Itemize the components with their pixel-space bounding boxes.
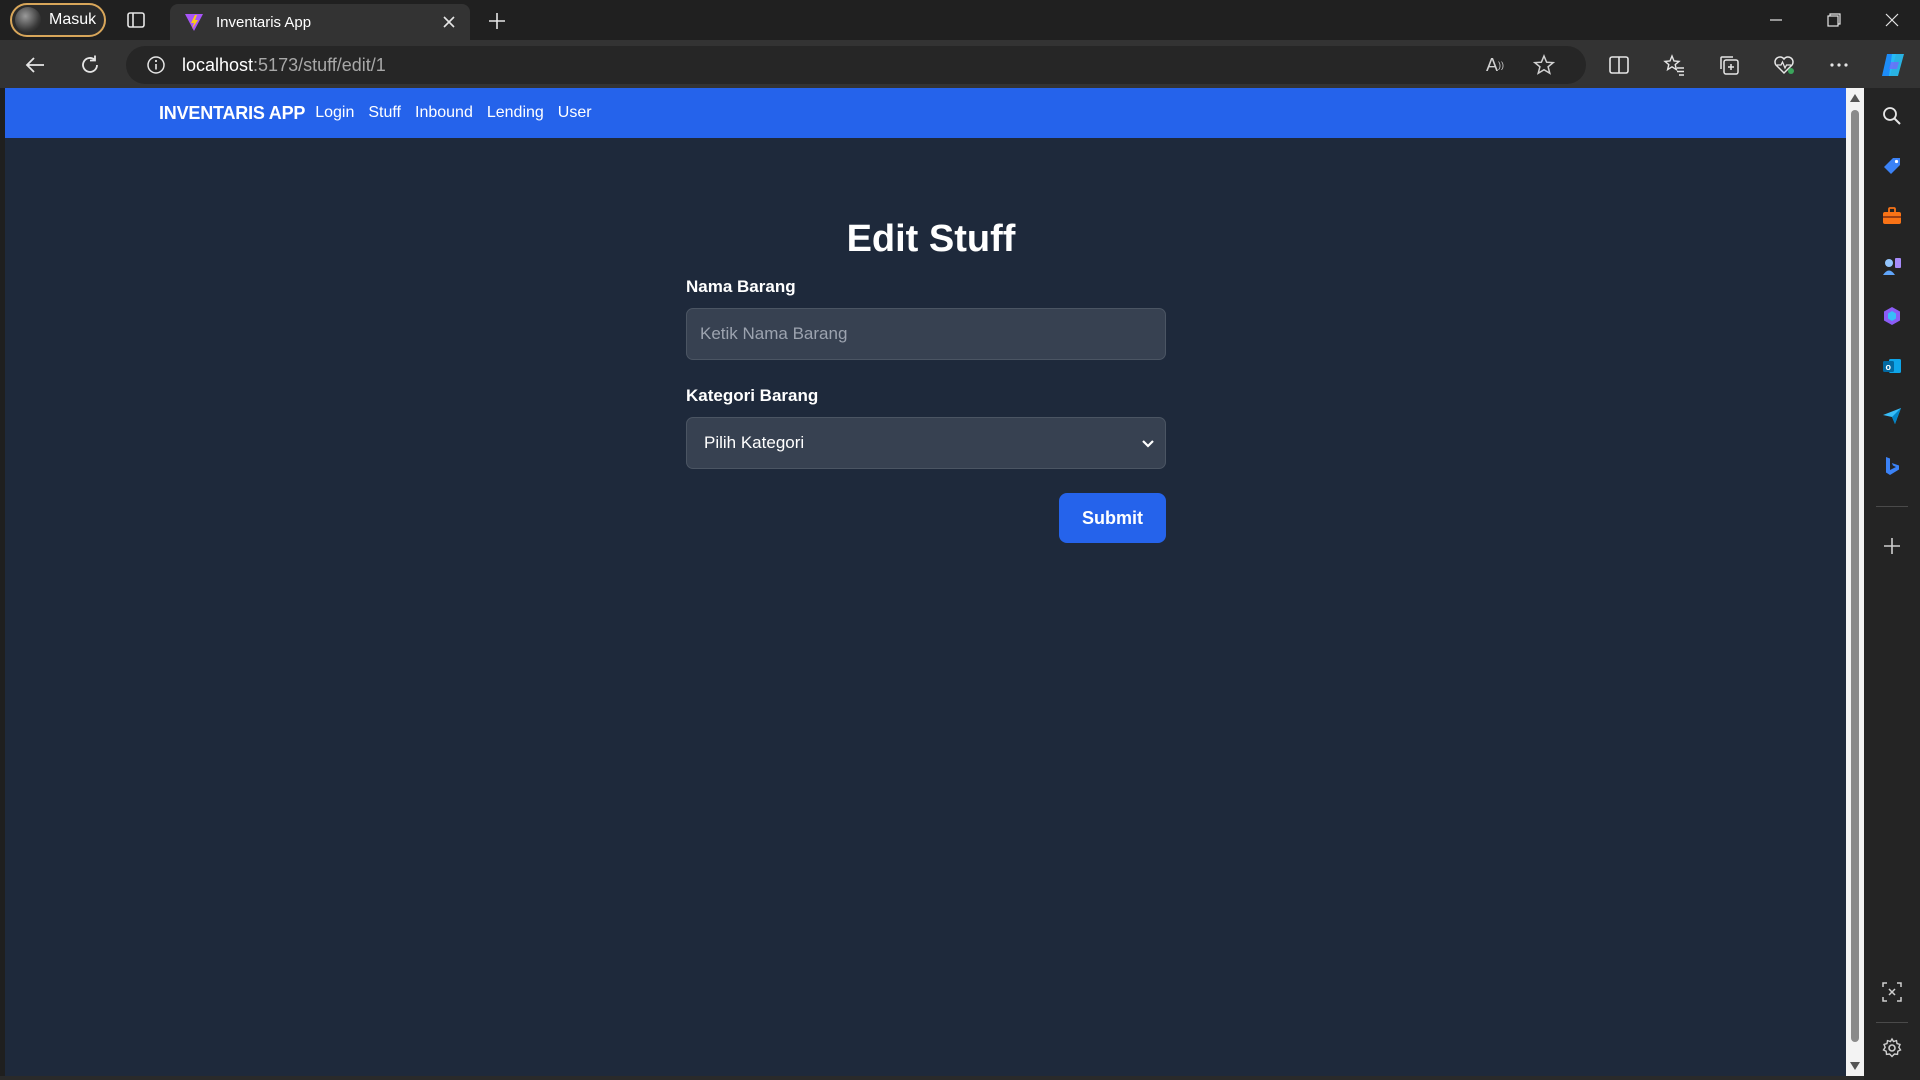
- sidebar-divider-bottom: [1876, 1022, 1908, 1023]
- send-icon[interactable]: [1878, 402, 1906, 430]
- browser-toolbar: localhost:5173/stuff/edit/1 A)): [0, 40, 1920, 88]
- avatar: [15, 7, 41, 33]
- submit-row: Submit: [686, 493, 1166, 543]
- category-selected-value: Pilih Kategori: [704, 433, 805, 452]
- edit-stuff-form: Edit Stuff Nama Barang Kategori Barang P…: [686, 218, 1166, 543]
- site-info-icon[interactable]: [146, 55, 166, 75]
- page-scrollbar[interactable]: [1846, 88, 1864, 1076]
- tools-briefcase-icon[interactable]: [1878, 202, 1906, 230]
- copilot-sidebar-icon[interactable]: [1878, 302, 1906, 330]
- svg-text:o: o: [1886, 362, 1892, 372]
- back-icon[interactable]: [20, 50, 50, 80]
- profile-button[interactable]: Masuk: [10, 3, 106, 37]
- name-input[interactable]: [686, 308, 1166, 360]
- read-aloud-icon[interactable]: A)): [1480, 50, 1510, 80]
- nav-link-inbound[interactable]: Inbound: [415, 104, 473, 122]
- nav-link-login[interactable]: Login: [315, 104, 354, 122]
- favorite-star-icon[interactable]: [1529, 50, 1559, 80]
- scroll-up-icon[interactable]: [1846, 90, 1864, 106]
- category-field-label: Kategori Barang: [686, 386, 819, 405]
- submit-button[interactable]: Submit: [1059, 493, 1166, 543]
- window-bottom-edge: [0, 1076, 1864, 1080]
- category-field-group: Kategori Barang Pilih Kategori: [686, 386, 1166, 469]
- category-select[interactable]: Pilih Kategori: [686, 417, 1166, 469]
- shopping-tag-icon[interactable]: [1878, 152, 1906, 180]
- nav-link-stuff[interactable]: Stuff: [368, 104, 401, 122]
- scroll-thumb[interactable]: [1851, 110, 1859, 1042]
- minimize-icon[interactable]: [1748, 0, 1804, 40]
- vite-favicon-icon: [185, 14, 203, 31]
- profile-label: Masuk: [49, 11, 97, 28]
- nav-link-user[interactable]: User: [558, 104, 592, 122]
- bing-icon[interactable]: [1878, 452, 1906, 480]
- edge-sidebar: o: [1864, 88, 1920, 1080]
- outlook-icon[interactable]: o: [1878, 352, 1906, 380]
- chevron-down-icon: [1142, 440, 1154, 448]
- split-screen-icon[interactable]: [1604, 50, 1634, 80]
- search-icon[interactable]: [1878, 102, 1906, 130]
- refresh-icon[interactable]: [75, 50, 105, 80]
- sidebar-divider: [1876, 506, 1908, 507]
- browser-essentials-icon[interactable]: [1769, 50, 1799, 80]
- games-icon[interactable]: [1878, 252, 1906, 280]
- tab-inventaris-app[interactable]: Inventaris App: [170, 4, 470, 40]
- name-field-group: Nama Barang: [686, 277, 1166, 360]
- page-viewport: INVENTARIS APP Login Stuff Inbound Lendi…: [5, 88, 1846, 1076]
- address-bar[interactable]: localhost:5173/stuff/edit/1 A)): [126, 46, 1586, 84]
- collections-icon[interactable]: [1714, 50, 1744, 80]
- close-tab-icon[interactable]: [434, 7, 464, 37]
- app-navbar: INVENTARIS APP Login Stuff Inbound Lendi…: [5, 88, 1846, 138]
- close-window-icon[interactable]: [1864, 0, 1920, 40]
- copilot-icon[interactable]: [1878, 50, 1908, 80]
- new-tab-icon[interactable]: [484, 8, 510, 34]
- app-brand[interactable]: INVENTARIS APP: [159, 103, 305, 124]
- tab-actions-icon[interactable]: [124, 8, 148, 32]
- name-field-label: Nama Barang: [686, 277, 796, 296]
- url-text: localhost:5173/stuff/edit/1: [182, 54, 386, 75]
- restore-icon[interactable]: [1806, 0, 1862, 40]
- nav-link-lending[interactable]: Lending: [487, 104, 544, 122]
- tab-strip: Masuk Inventaris App: [0, 0, 1920, 40]
- screenshot-icon[interactable]: [1878, 978, 1906, 1006]
- browser-window: Masuk Inventaris App localhost:5173/stuf…: [0, 0, 1920, 1080]
- favorites-icon[interactable]: [1659, 50, 1689, 80]
- tab-title: Inventaris App: [216, 13, 312, 31]
- scroll-down-icon[interactable]: [1846, 1058, 1864, 1074]
- more-options-icon[interactable]: [1824, 50, 1854, 80]
- settings-gear-icon[interactable]: [1878, 1034, 1906, 1062]
- add-icon[interactable]: [1878, 532, 1906, 560]
- page-title: Edit Stuff: [846, 218, 1016, 260]
